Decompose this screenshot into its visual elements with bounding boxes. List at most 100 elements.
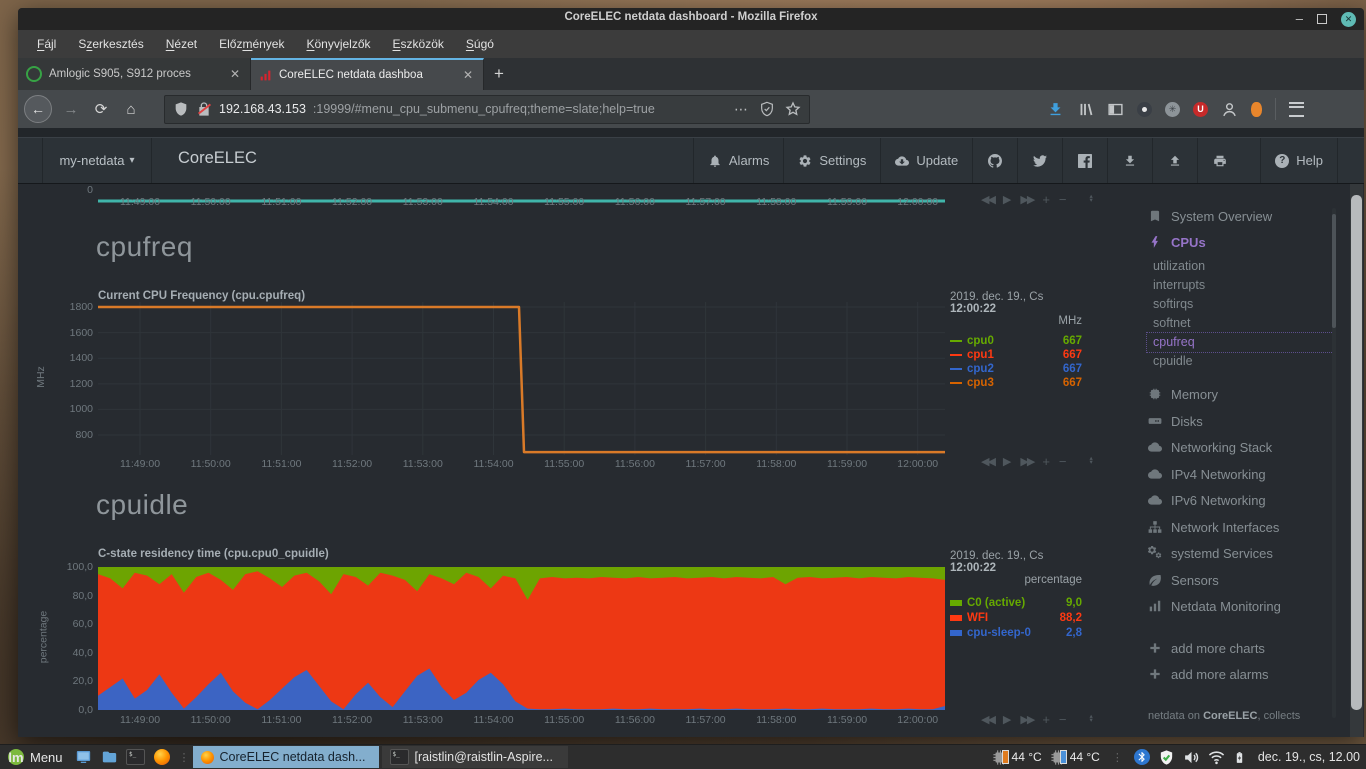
tab-close-icon[interactable]: ✕ <box>461 68 475 82</box>
sidebar-item-ipv4[interactable]: IPv4 Networking <box>1148 465 1266 483</box>
menu-help[interactable]: Súgó <box>457 34 503 54</box>
play-icon[interactable]: ▶ <box>1003 193 1011 206</box>
pan-backward-icon[interactable]: ◀◀ <box>981 713 996 726</box>
sidebar-item-system-overview[interactable]: System Overview <box>1148 207 1272 225</box>
window-titlebar[interactable]: CoreELEC netdata dashboard - Mozilla Fir… <box>18 8 1364 30</box>
menu-file[interactable]: Fájl <box>28 34 65 54</box>
sidebar-item-softirqs[interactable]: softirqs <box>1153 295 1193 313</box>
lock-crossed-icon[interactable] <box>196 101 212 117</box>
legend-row-wfi[interactable]: WFI 88,2 <box>950 611 1082 625</box>
zoom-out-icon[interactable]: − <box>1059 454 1067 469</box>
bluetooth-icon[interactable] <box>1133 749 1150 765</box>
alarms-button[interactable]: Alarms <box>692 138 783 183</box>
sidebar-item-ipv6[interactable]: IPv6 Networking <box>1148 491 1266 509</box>
sidebar-item-cpuidle[interactable]: cpuidle <box>1153 352 1193 370</box>
twitter-button[interactable] <box>1017 138 1062 183</box>
netdata-hostname[interactable]: CoreELEC <box>178 149 257 168</box>
cpuidle-chart-canvas[interactable] <box>98 567 945 715</box>
update-button[interactable]: Update <box>880 138 972 183</box>
my-netdata-dropdown[interactable]: my-netdata ▾ <box>42 138 152 183</box>
sidebar-item-memory[interactable]: Memory <box>1148 385 1218 403</box>
sidebar-item-softnet[interactable]: softnet <box>1153 314 1191 332</box>
cpufreq-chart-canvas[interactable] <box>98 302 945 460</box>
page-actions-icon[interactable]: ⋯ <box>734 101 749 118</box>
forward-button[interactable]: → <box>56 101 86 118</box>
restore-button[interactable] <box>1317 14 1327 24</box>
sidebar-item-network-interfaces[interactable]: Network Interfaces <box>1148 518 1279 536</box>
reload-button[interactable]: ⟳ <box>86 100 116 118</box>
sidebar-item-utilization[interactable]: utilization <box>1153 257 1205 275</box>
extension-orange-icon[interactable] <box>1251 101 1262 117</box>
github-button[interactable] <box>972 138 1017 183</box>
pan-backward-icon[interactable]: ◀◀ <box>981 455 996 468</box>
url-bar[interactable]: 192.168.43.153 :19999/#menu_cpu_submenu_… <box>164 94 810 124</box>
help-button[interactable]: ? Help <box>1260 138 1338 183</box>
extension-wheel-icon[interactable]: ✳ <box>1165 101 1180 117</box>
battery-icon[interactable] <box>1233 749 1246 766</box>
account-icon[interactable] <box>1221 101 1238 118</box>
pan-forward-icon[interactable]: ▶▶ <box>1020 193 1035 206</box>
menu-hamburger-icon[interactable] <box>1289 101 1304 117</box>
menu-bookmarks[interactable]: Könyvjelzők <box>297 34 379 54</box>
new-tab-button[interactable]: + <box>484 58 514 90</box>
import-snapshot-button[interactable] <box>1152 138 1197 183</box>
zoom-out-icon[interactable]: − <box>1059 712 1067 727</box>
cpu-temp-widget-1[interactable]: 44 °C <box>992 749 1042 765</box>
settings-button[interactable]: Settings <box>783 138 880 183</box>
home-button[interactable]: ⌂ <box>116 101 146 118</box>
resize-handle-icon[interactable]: ▴ ▾ <box>1090 713 1093 724</box>
menu-edit[interactable]: Szerkesztés <box>69 34 152 54</box>
start-menu-button[interactable]: lm Menu <box>0 745 71 769</box>
taskbar-window-firefox[interactable]: CoreELEC netdata dash... <box>192 746 379 768</box>
pan-backward-icon[interactable]: ◀◀ <box>981 193 996 206</box>
file-manager-launcher[interactable] <box>97 745 123 769</box>
zoom-out-icon[interactable]: − <box>1059 192 1067 207</box>
speaker-icon[interactable] <box>1183 749 1200 766</box>
shield-icon[interactable] <box>173 101 189 117</box>
tab-close-icon[interactable]: ✕ <box>228 67 242 81</box>
play-icon[interactable]: ▶ <box>1003 455 1011 468</box>
legend-row-cpu0[interactable]: cpu0 667 <box>950 334 1082 348</box>
sidebar-item-networking-stack[interactable]: Networking Stack <box>1148 438 1272 456</box>
bookmark-star-icon[interactable] <box>785 101 801 117</box>
shield-check-icon[interactable] <box>759 101 775 117</box>
pan-forward-icon[interactable]: ▶▶ <box>1020 713 1035 726</box>
shield-check-icon[interactable] <box>1158 749 1175 766</box>
download-icon[interactable] <box>1047 101 1064 118</box>
facebook-button[interactable] <box>1062 138 1107 183</box>
sidebar-scrollbar-thumb[interactable] <box>1332 214 1336 328</box>
sidebar-item-cpus[interactable]: CPUs <box>1148 233 1206 251</box>
tab-netdata[interactable]: CoreELEC netdata dashboa ✕ <box>251 58 484 90</box>
legend-row-cpu2[interactable]: cpu2 667 <box>950 362 1082 376</box>
play-icon[interactable]: ▶ <box>1003 713 1011 726</box>
close-button[interactable]: ✕ <box>1341 11 1356 27</box>
export-snapshot-button[interactable] <box>1107 138 1152 183</box>
sidebar-icon[interactable] <box>1107 101 1124 118</box>
resize-handle-icon[interactable]: ▴ ▾ <box>1090 193 1093 204</box>
sidebar-item-add-more-charts[interactable]: add more charts <box>1148 639 1265 657</box>
zoom-in-icon[interactable]: + <box>1042 454 1050 469</box>
back-button[interactable]: ← <box>24 95 52 123</box>
sidebar-item-sensors[interactable]: Sensors <box>1148 571 1219 589</box>
sidebar-item-cpufreq[interactable]: cpufreq <box>1153 333 1195 351</box>
zoom-in-icon[interactable]: + <box>1042 712 1050 727</box>
extension-sphere-icon[interactable] <box>1137 101 1152 117</box>
legend-row-cpu-sleep[interactable]: cpu-sleep-0 2,8 <box>950 626 1082 640</box>
resize-handle-icon[interactable]: ▴ ▾ <box>1090 455 1093 466</box>
cpu-temp-widget-2[interactable]: 44 °C <box>1050 749 1100 765</box>
sidebar-item-netdata-monitoring[interactable]: Netdata Monitoring <box>1148 597 1281 615</box>
wifi-icon[interactable] <box>1208 749 1225 766</box>
zoom-in-icon[interactable]: + <box>1042 192 1050 207</box>
terminal-launcher[interactable]: $_ <box>123 745 149 769</box>
sidebar-item-disks[interactable]: Disks <box>1148 412 1203 430</box>
firefox-launcher[interactable] <box>149 745 175 769</box>
show-desktop-button[interactable] <box>71 745 97 769</box>
library-icon[interactable] <box>1077 101 1094 118</box>
sidebar-item-interrupts[interactable]: interrupts <box>1153 276 1205 294</box>
menu-view[interactable]: Nézet <box>157 34 206 54</box>
ublock-icon[interactable]: U <box>1193 101 1208 117</box>
clock[interactable]: dec. 19., cs, 12.00 <box>1254 750 1360 764</box>
sidebar-item-add-more-alarms[interactable]: add more alarms <box>1148 665 1269 683</box>
menu-history[interactable]: Előzmények <box>210 34 293 54</box>
legend-row-cpu3[interactable]: cpu3 667 <box>950 376 1082 390</box>
